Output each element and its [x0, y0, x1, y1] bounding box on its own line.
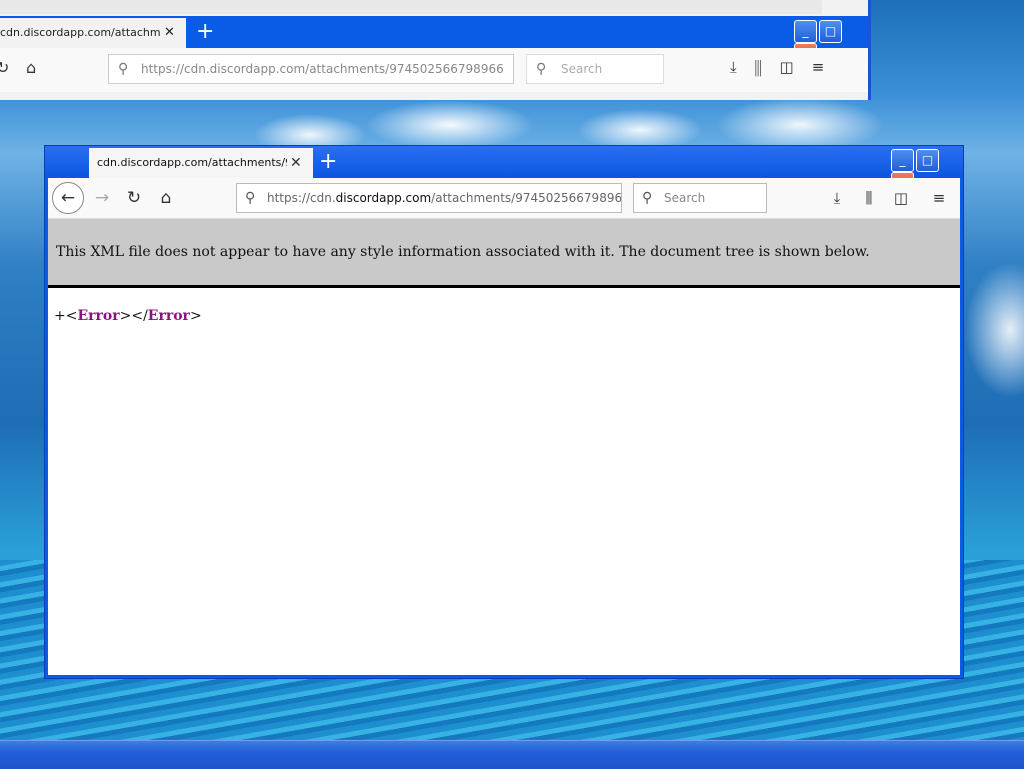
- maximize-icon[interactable]: □: [916, 149, 939, 172]
- desktop-cloud-right: [960, 240, 1024, 430]
- minimize-icon[interactable]: _: [891, 149, 914, 172]
- background-toolbar-icons: ⤓⫼◫≡: [730, 58, 842, 76]
- tab-title: cdn.discordapp.com/attachments/9745: [97, 156, 287, 169]
- page-content: This XML file does not appear to have an…: [48, 219, 960, 675]
- xml-bracket: <: [65, 308, 78, 324]
- background-url-bar[interactable]: ⚲ https://cdn.discordapp.com/attachments…: [108, 54, 514, 84]
- xml-bracket: ></: [119, 308, 148, 324]
- browser-window[interactable]: cdn.discordapp.com/attachments/9745 ✕ + …: [44, 145, 964, 679]
- search-placeholder: Search: [664, 191, 706, 205]
- download-icon[interactable]: ⤓: [730, 58, 755, 76]
- download-icon[interactable]: ⤓: [824, 184, 850, 212]
- back-icon[interactable]: ←: [52, 182, 84, 214]
- xml-notice-text: This XML file does not appear to have an…: [56, 244, 870, 260]
- library-icon[interactable]: ⫼: [856, 184, 882, 212]
- background-search-bar[interactable]: ⚲ Search: [526, 54, 664, 84]
- maximize-icon[interactable]: □: [819, 20, 842, 43]
- sidebar-icon[interactable]: ◫: [888, 184, 914, 212]
- new-tab-icon[interactable]: +: [196, 18, 214, 46]
- search-bar[interactable]: ⚲ Search: [633, 183, 767, 213]
- collapse-toggle[interactable]: +: [54, 308, 66, 324]
- url-bar[interactable]: ⚲ https://cdn.discordapp.com/attachments…: [236, 183, 622, 213]
- titlebar[interactable]: cdn.discordapp.com/attachments/9745 ✕ + …: [45, 146, 963, 195]
- library-icon[interactable]: ⫼: [755, 58, 780, 76]
- search-icon: ⚲: [642, 190, 653, 206]
- navigation-toolbar: ← → ↻ ⌂ ⚲ https://cdn.discordapp.com/att…: [48, 178, 960, 219]
- xml-close-tag: Error: [147, 308, 190, 324]
- close-tab-icon[interactable]: ✕: [164, 18, 175, 48]
- active-tab[interactable]: cdn.discordapp.com/attachments/9745 ✕: [89, 148, 313, 178]
- search-icon: ⚲: [536, 61, 547, 77]
- background-browser-window[interactable]: cdn.discordapp.com/attachments/9745 ✕ + …: [0, 0, 871, 100]
- sidebar-icon[interactable]: ◫: [780, 58, 812, 76]
- menu-icon[interactable]: ≡: [926, 184, 952, 212]
- search-icon: ⚲: [245, 190, 256, 206]
- background-tab-title: cdn.discordapp.com/attachments/9745: [0, 26, 160, 39]
- url-path: /attachments/974502566798966: [431, 191, 622, 205]
- url-prefix: https://cdn.: [267, 191, 336, 205]
- xml-notice-banner: This XML file does not appear to have an…: [48, 219, 960, 288]
- search-icon: ⚲: [118, 61, 129, 77]
- home-icon[interactable]: ⌂: [26, 58, 36, 77]
- reload-icon[interactable]: ↻: [120, 184, 148, 212]
- url-text: https://cdn.discordapp.com/attachments/9…: [267, 184, 622, 212]
- reload-icon[interactable]: ↻: [0, 58, 9, 77]
- home-icon[interactable]: ⌂: [152, 184, 180, 212]
- background-tab[interactable]: cdn.discordapp.com/attachments/9745 ✕: [0, 18, 186, 48]
- new-tab-icon[interactable]: +: [319, 148, 337, 176]
- url-domain: discordapp.com: [335, 191, 432, 205]
- close-tab-icon[interactable]: ✕: [290, 148, 302, 178]
- forward-icon[interactable]: →: [88, 184, 116, 212]
- background-window-strip: [0, 0, 822, 14]
- minimize-icon[interactable]: _: [794, 20, 817, 43]
- background-search-placeholder: Search: [561, 62, 603, 76]
- xml-open-tag: Error: [77, 308, 120, 324]
- menu-icon[interactable]: ≡: [812, 58, 843, 76]
- xml-bracket: >: [189, 308, 202, 324]
- background-url-text: https://cdn.discordapp.com/attachments/9…: [141, 62, 504, 76]
- xml-tree-line: +<Error></Error>: [54, 308, 202, 324]
- taskbar[interactable]: [0, 740, 1024, 769]
